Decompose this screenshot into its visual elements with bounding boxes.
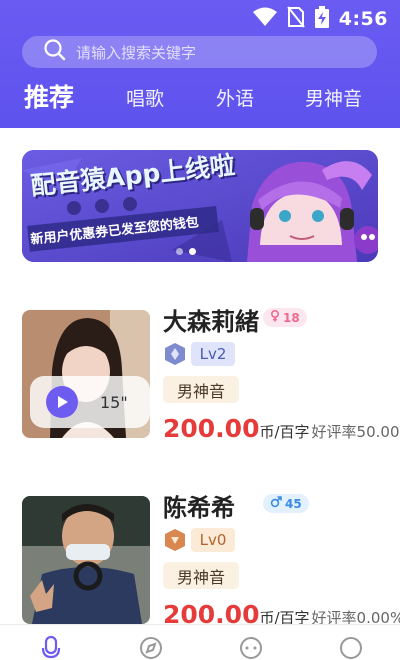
price-value: 200.00 bbox=[163, 414, 260, 443]
app-header: 4:56 请输入搜索关键字 推荐 唱歌 外语 男神音 bbox=[0, 0, 400, 128]
voice-actor-name: 陈希希 bbox=[163, 494, 235, 522]
category-tabs: 推荐 唱歌 外语 男神音 bbox=[0, 78, 400, 118]
nav-discover-icon[interactable] bbox=[138, 635, 164, 660]
gender-badge: 18 bbox=[263, 308, 307, 327]
voice-tag: 男神音 bbox=[163, 562, 239, 589]
rating-text: 好评率50.00% bbox=[311, 423, 400, 441]
voice-tag: 男神音 bbox=[163, 376, 239, 403]
banner-dot[interactable] bbox=[176, 248, 183, 255]
bottom-navigation bbox=[0, 624, 400, 660]
price-line: 200.00 币/百字 好评率50.00% bbox=[163, 414, 400, 443]
level-shield-icon bbox=[163, 528, 187, 552]
status-icons: 4:56 bbox=[252, 6, 388, 32]
level-shield-icon bbox=[163, 342, 187, 366]
tab-male-voice[interactable]: 男神音 bbox=[305, 84, 362, 111]
battery-charging-icon bbox=[314, 6, 329, 32]
gender-badge-age: 18 bbox=[283, 310, 300, 325]
search-input[interactable]: 请输入搜索关键字 bbox=[22, 36, 377, 68]
female-icon bbox=[270, 309, 280, 325]
tab-foreign-language[interactable]: 外语 bbox=[216, 84, 254, 111]
gender-badge: 45 bbox=[263, 494, 309, 513]
search-placeholder: 请输入搜索关键字 bbox=[76, 43, 197, 62]
voice-actor-photo bbox=[22, 496, 150, 624]
nav-home-icon[interactable] bbox=[38, 635, 64, 660]
nav-profile-icon[interactable] bbox=[338, 635, 364, 660]
voice-actor-card[interactable]: 15" 大森莉緒 18 Lv2 男神音 200.00 币/百字 好评率50.00… bbox=[22, 308, 400, 460]
voice-actor-name: 大森莉緒 bbox=[163, 308, 259, 336]
level-badge: Lv2 bbox=[191, 342, 235, 366]
tab-recommend[interactable]: 推荐 bbox=[24, 78, 74, 114]
level-badge: Lv0 bbox=[191, 528, 235, 552]
clock-time: 4:56 bbox=[338, 8, 388, 30]
banner-pagination bbox=[176, 248, 196, 255]
audio-sample-player[interactable]: 15" bbox=[30, 376, 150, 428]
price-unit: 币/百字 bbox=[259, 423, 310, 441]
tab-singing[interactable]: 唱歌 bbox=[126, 84, 164, 111]
promo-banner[interactable]: 配音猿App上线啦 新用户优惠券已发至您的钱包 bbox=[22, 150, 378, 262]
gender-badge-age: 45 bbox=[285, 496, 302, 511]
nav-message-icon[interactable] bbox=[238, 635, 264, 660]
no-sim-icon bbox=[286, 6, 305, 32]
wifi-icon bbox=[252, 7, 277, 31]
voice-actor-photo: 15" bbox=[22, 310, 150, 438]
status-bar: 4:56 bbox=[0, 0, 400, 34]
banner-dot-active[interactable] bbox=[189, 248, 196, 255]
play-icon[interactable] bbox=[46, 386, 78, 418]
male-icon bbox=[270, 496, 282, 511]
search-icon bbox=[44, 39, 66, 65]
audio-duration: 15" bbox=[100, 392, 128, 412]
